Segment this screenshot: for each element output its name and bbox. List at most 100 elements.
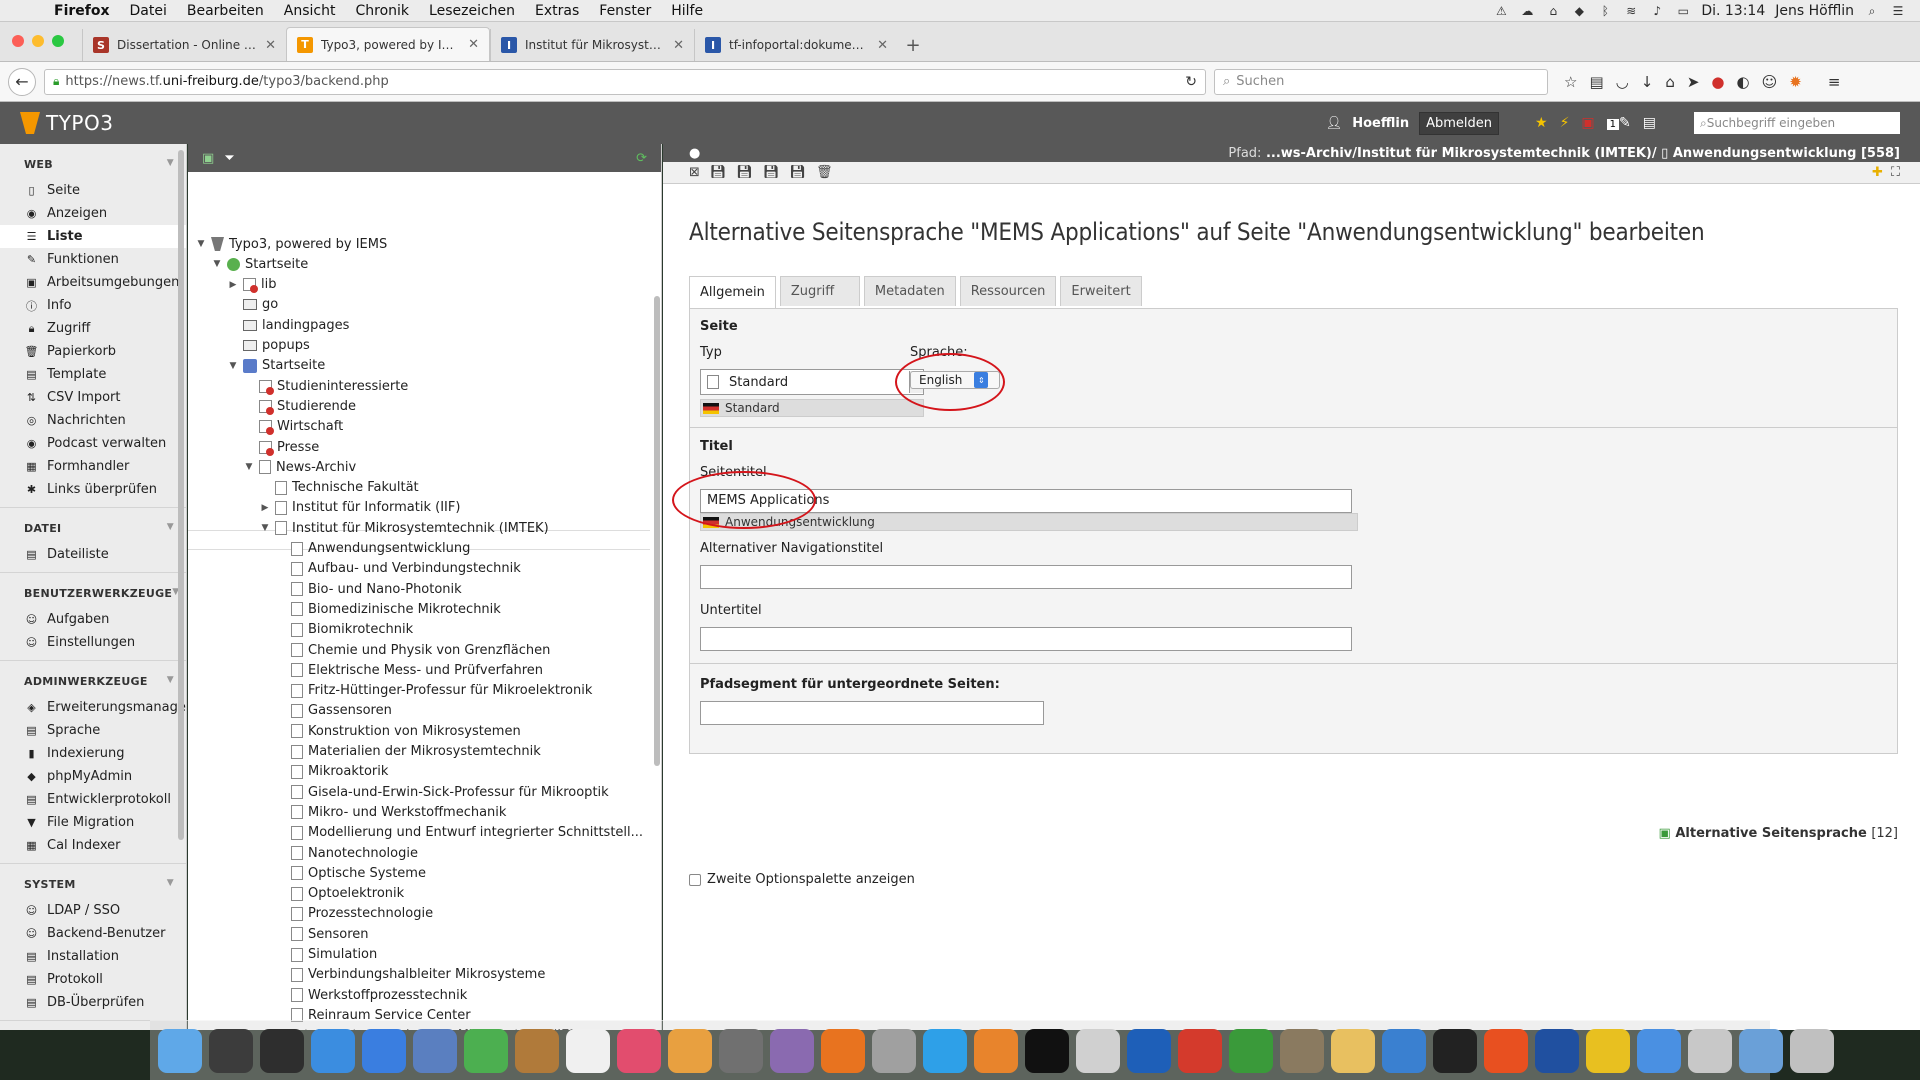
menu-hilfe[interactable]: Hilfe [661, 3, 713, 19]
tree-node-label[interactable]: Bio- und Nano-Photonik [308, 582, 462, 597]
module-item[interactable]: ▤ Entwicklerprotokoll [0, 788, 186, 811]
tree-node[interactable]: Biomikrotechnik [276, 620, 413, 640]
tree-node[interactable]: popups [228, 336, 310, 356]
page-icon[interactable] [291, 846, 303, 860]
backend-search-input[interactable]: ⌕ Suchbegriff eingeben [1694, 112, 1900, 134]
tree-node[interactable]: ▼ News-Archiv [244, 457, 357, 477]
collapse-arrow-icon[interactable]: ▼ [244, 462, 254, 472]
page-icon[interactable] [291, 785, 303, 800]
back-button[interactable]: ← [8, 67, 36, 96]
spotlight-icon[interactable]: ⌕ [1864, 4, 1880, 18]
close-doc-icon[interactable]: ⊠ [689, 165, 700, 180]
menu-extras[interactable]: Extras [525, 3, 589, 19]
tree-node-label[interactable]: landingpages [262, 318, 349, 333]
dock-app-icon[interactable] [1739, 1028, 1783, 1073]
bank-icon[interactable]: ⌂ [1545, 4, 1561, 18]
collapse-arrow-icon[interactable]: ▼ [228, 361, 238, 371]
page-icon[interactable] [275, 521, 287, 536]
page-tree-scrollbar[interactable] [654, 296, 660, 766]
dock-app-icon[interactable] [1178, 1028, 1222, 1073]
page-icon[interactable] [259, 399, 274, 415]
module-item[interactable]: ☺ LDAP / SSO [0, 899, 186, 922]
module-item[interactable]: ▤ Template [0, 363, 186, 386]
dock-app-icon[interactable] [1790, 1028, 1834, 1073]
volume-icon[interactable]: ♪ [1649, 4, 1665, 18]
tree-node[interactable]: go [228, 295, 278, 315]
dock-app-icon[interactable] [515, 1028, 559, 1073]
dock-app-icon[interactable] [209, 1028, 253, 1073]
save-new-icon[interactable]: 💾︎ [763, 165, 780, 180]
delete-icon[interactable]: 🗑︎ [816, 165, 833, 180]
page-icon[interactable] [243, 319, 257, 331]
url-bar[interactable]: 🔒︎ https://news.tf.uni-freiburg.de/typo3… [44, 68, 1206, 95]
page-icon[interactable] [275, 500, 287, 515]
page-icon[interactable] [291, 805, 303, 820]
tree-node-label[interactable]: Mikro- und Werkstoffmechanik [308, 805, 506, 820]
untertitel-input[interactable] [700, 627, 1352, 651]
tree-node-label[interactable]: Verbindungshalbleiter Mikrosysteme [308, 967, 545, 982]
system-info-icon[interactable]: ▤ [1643, 115, 1656, 131]
tree-node[interactable]: landingpages [228, 315, 349, 335]
extension-icon[interactable]: ◐ [1737, 73, 1750, 91]
module-item[interactable]: ◉ Podcast verwalten [0, 432, 186, 455]
module-group-title[interactable]: SYSTEM ▼ [0, 878, 186, 899]
tree-node[interactable]: ▶ Institut für Informatik (IIF) [260, 498, 461, 518]
tree-node[interactable]: Studieninteressierte [244, 376, 408, 396]
pfad-input[interactable] [700, 701, 1044, 725]
module-item[interactable]: ✱ Links überprüfen [0, 478, 186, 501]
tree-node-label[interactable]: Werkstoffprozesstechnik [308, 988, 467, 1003]
tree-node[interactable]: ▼ Typo3, powered by IEMS [196, 234, 388, 254]
tree-node[interactable]: Studierende [244, 396, 356, 416]
tree-node-label[interactable]: Konstruktion von Mikrosystemen [308, 724, 521, 739]
browser-search-input[interactable]: ⌕ Suchen [1214, 68, 1548, 95]
page-icon[interactable] [291, 906, 303, 921]
page-icon[interactable] [291, 927, 303, 942]
tab-metadaten[interactable]: Metadaten [863, 276, 956, 306]
module-item[interactable]: ▼ File Migration [0, 811, 186, 834]
module-item[interactable]: ▦ Cal Indexer [0, 834, 186, 857]
warning-icon[interactable]: ⚠ [1493, 4, 1509, 18]
dock-app-icon[interactable] [974, 1028, 1018, 1073]
module-item[interactable]: ▦ Formhandler [0, 455, 186, 478]
adblock-icon[interactable]: ● [1711, 73, 1724, 91]
tree-node-label[interactable]: Sensoren [308, 927, 369, 942]
page-icon[interactable] [243, 278, 258, 294]
tree-node-label[interactable]: Mikroaktorik [308, 764, 388, 779]
tree-node[interactable]: Bio- und Nano-Photonik [276, 579, 462, 599]
module-item[interactable]: ◉ Anzeigen [0, 202, 186, 225]
menu-bearbeiten[interactable]: Bearbeiten [177, 3, 274, 19]
zoom-window-button[interactable] [52, 35, 64, 47]
page-icon[interactable] [291, 886, 303, 901]
page-icon[interactable] [243, 358, 257, 373]
module-item[interactable]: ▤ Dateiliste [0, 543, 186, 566]
browser-tab-4[interactable]: I tf-infoportal:dokumentatio... ✕ [694, 29, 898, 61]
module-item[interactable]: 🔒︎ Zugriff [0, 317, 186, 340]
tree-node-label[interactable]: Anwendungsentwicklung [308, 541, 470, 556]
module-menu-scrollbar[interactable] [178, 150, 184, 840]
tree-node[interactable]: ▶ lib [228, 275, 276, 295]
close-window-button[interactable] [12, 35, 24, 47]
dock-app-icon[interactable] [1586, 1028, 1630, 1073]
browser-tab-2[interactable]: T Typo3, powered by IEMS [... ✕ [286, 27, 490, 61]
page-icon[interactable] [291, 988, 303, 1003]
menubar-clock[interactable]: Di. 13:14 [1701, 3, 1765, 19]
module-item[interactable]: ☺ Aufgaben [0, 608, 186, 631]
tree-node[interactable]: Elektrische Mess- und Prüfverfahren [276, 660, 543, 680]
page-icon[interactable] [211, 237, 224, 251]
tree-node-label[interactable]: Startseite [262, 358, 325, 373]
module-item[interactable]: ◆ phpMyAdmin [0, 765, 186, 788]
tree-node[interactable]: Materialien der Mikrosystemtechnik [276, 742, 541, 762]
minimize-window-button[interactable] [32, 35, 44, 47]
dock-app-icon[interactable] [158, 1028, 202, 1073]
tree-node[interactable]: Optoelektronik [276, 884, 404, 904]
workspace-toolbar-icon[interactable]: ▣ [1581, 115, 1594, 131]
tab-close-icon[interactable]: ✕ [877, 38, 888, 53]
page-icon[interactable] [259, 440, 274, 456]
module-item[interactable]: ▤ DB-Überprüfen [0, 991, 186, 1014]
page-icon[interactable] [291, 561, 303, 576]
dock-app-icon[interactable] [1280, 1028, 1324, 1073]
tree-node[interactable]: Nanotechnologie [276, 843, 418, 863]
collapse-arrow-icon[interactable]: ▼ [196, 239, 206, 249]
page-icon[interactable] [275, 480, 287, 495]
page-icon[interactable] [291, 703, 303, 718]
